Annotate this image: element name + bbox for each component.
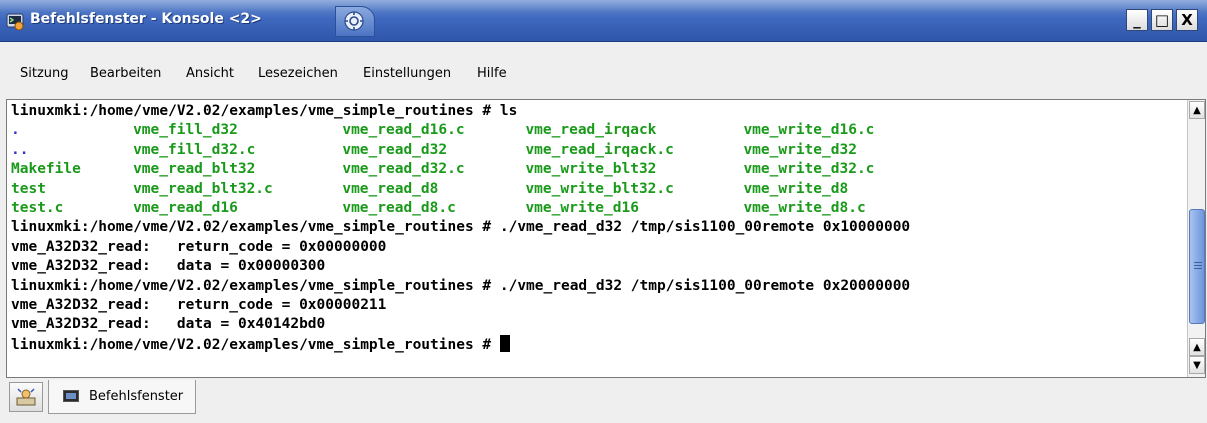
terminal-text: linuxmki:/home/vme/V2.02/examples/vme_si… (11, 277, 911, 294)
terminal-text: vme_A32D32_read: data = 0x40142bd0 (11, 316, 326, 333)
terminal-text: vme_fill_d32.c (133, 141, 256, 158)
terminal-line: Makefile vme_read_blt32 vme_read_d32.c vme_… (11, 160, 1187, 179)
terminal-text: vme_write_d32.c (743, 161, 875, 178)
terminal-text: linuxmki:/home/vme/V2.02/examples/vme_si… (11, 336, 500, 353)
terminal-text: vme_write_d16.c (743, 122, 875, 139)
terminal-line: vme_A32D32_read: return_code = 0x0000021… (11, 296, 1187, 315)
terminal-text: vme_write_d8.c (743, 199, 866, 216)
terminal-text: linuxmki:/home/vme/V2.02/examples/vme_si… (11, 103, 518, 119)
terminal-frame: linuxmki:/home/vme/V2.02/examples/vme_si… (6, 99, 1206, 378)
terminal-text: vme_write_blt32.c (525, 180, 674, 197)
scroll-up-icon[interactable]: ▲ (1189, 101, 1205, 119)
session-tab-label: Befehlsfenster (89, 389, 184, 404)
terminal-text: vme_read_blt32.c (133, 180, 273, 197)
scroll-up-lower-icon[interactable]: ▲ (1189, 338, 1205, 356)
new-session-icon (16, 388, 36, 406)
menu-sitzung[interactable]: Sitzung (20, 66, 69, 81)
menu-hilfe[interactable]: Hilfe (477, 66, 507, 81)
window-titlebar[interactable]: Befehlsfenster - Konsole <2> _ □ X (0, 0, 1207, 42)
terminal-text: Makefile (11, 161, 81, 178)
terminal-line: .. vme_fill_d32.c vme_read_d32 vme_read_irq… (11, 141, 1187, 160)
terminal-line: vme_A32D32_read: return_code = 0x0000000… (11, 238, 1187, 257)
new-session-button[interactable] (9, 382, 43, 412)
terminal-output[interactable]: linuxmki:/home/vme/V2.02/examples/vme_si… (7, 100, 1187, 377)
maximize-button[interactable]: □ (1151, 9, 1173, 31)
terminal-line: linuxmki:/home/vme/V2.02/examples/vme_si… (11, 277, 1187, 296)
terminal-text: vme_write_d32 (743, 141, 857, 158)
terminal-line: vme_A32D32_read: data = 0x40142bd0 (11, 315, 1187, 334)
terminal-text: vme_read_d16.c (342, 122, 465, 139)
menu-einstellungen[interactable]: Einstellungen (363, 66, 451, 81)
thumb-grip-line (1194, 265, 1202, 266)
terminal-line: test vme_read_blt32.c vme_read_d8 vme_write… (11, 180, 1187, 199)
terminal-line: . vme_fill_d32 vme_read_d16.c vme_read_irqa… (11, 121, 1187, 140)
terminal-text: test (11, 180, 46, 197)
menu-lesezeichen[interactable]: Lesezeichen (258, 66, 338, 81)
terminal-text: vme_A32D32_read: return_code = 0x0000021… (11, 296, 387, 313)
terminal-text: test.c (11, 199, 64, 216)
session-tab-befehlsfenster[interactable]: Befehlsfenster (48, 380, 196, 414)
terminal-text: vme_read_d8.c (342, 199, 456, 216)
terminal-text: vme_write_d16 (525, 199, 639, 216)
window-title: Befehlsfenster - Konsole <2> (30, 11, 262, 27)
konsole-app-icon[interactable] (6, 12, 24, 30)
thumb-grip-line (1194, 262, 1202, 263)
menu-bearbeiten[interactable]: Bearbeiten (90, 66, 161, 81)
terminal-text: vme_fill_d32 (133, 122, 238, 139)
terminal-text: .. (11, 141, 29, 158)
terminal-text: vme_write_blt32 (525, 161, 657, 178)
scroll-down-icon[interactable]: ▼ (1189, 356, 1205, 374)
terminal-line: linuxmki:/home/vme/V2.02/examples/vme_si… (11, 334, 1187, 354)
terminal-text: vme_A32D32_read: data = 0x00000300 (11, 258, 326, 275)
terminal-text: vme_A32D32_read: return_code = 0x0000000… (11, 238, 387, 255)
session-tab-bar: Befehlsfenster (0, 378, 1207, 423)
kde-gear-icon[interactable] (342, 9, 366, 33)
terminal-line: linuxmki:/home/vme/V2.02/examples/vme_si… (11, 218, 1187, 237)
scrollbar-thumb[interactable] (1189, 209, 1205, 324)
terminal-text: linuxmki:/home/vme/V2.02/examples/vme_si… (11, 219, 911, 236)
menu-bar: Sitzung Bearbeiten Ansicht Lesezeichen E… (0, 42, 1207, 98)
terminal-text: vme_read_d8 (342, 180, 439, 197)
terminal-line: linuxmki:/home/vme/V2.02/examples/vme_si… (11, 102, 1187, 121)
close-button[interactable]: X (1176, 9, 1198, 31)
terminal-text: vme_read_d16 (133, 199, 238, 216)
terminal-text: . (11, 122, 20, 139)
terminal-text: vme_write_d8 (743, 180, 849, 197)
terminal-line: vme_A32D32_read: data = 0x00000300 (11, 257, 1187, 276)
terminal-text: vme_read_d32.c (342, 161, 465, 178)
terminal-line: test.c vme_read_d16 vme_read_d8.c vme_write… (11, 199, 1187, 218)
thumb-grip-line (1194, 268, 1202, 269)
terminal-text: vme_read_d32 (342, 141, 448, 158)
vertical-scrollbar[interactable]: ▲ ▲ ▼ (1187, 100, 1205, 377)
terminal-text: vme_read_blt32 (133, 161, 256, 178)
terminal-text: vme_read_irqack (525, 122, 657, 139)
menu-ansicht[interactable]: Ansicht (186, 66, 234, 81)
terminal-icon (63, 390, 79, 402)
minimize-button[interactable]: _ (1126, 9, 1148, 31)
text-cursor (499, 334, 510, 352)
terminal-text: vme_read_irqack.c (525, 141, 674, 158)
